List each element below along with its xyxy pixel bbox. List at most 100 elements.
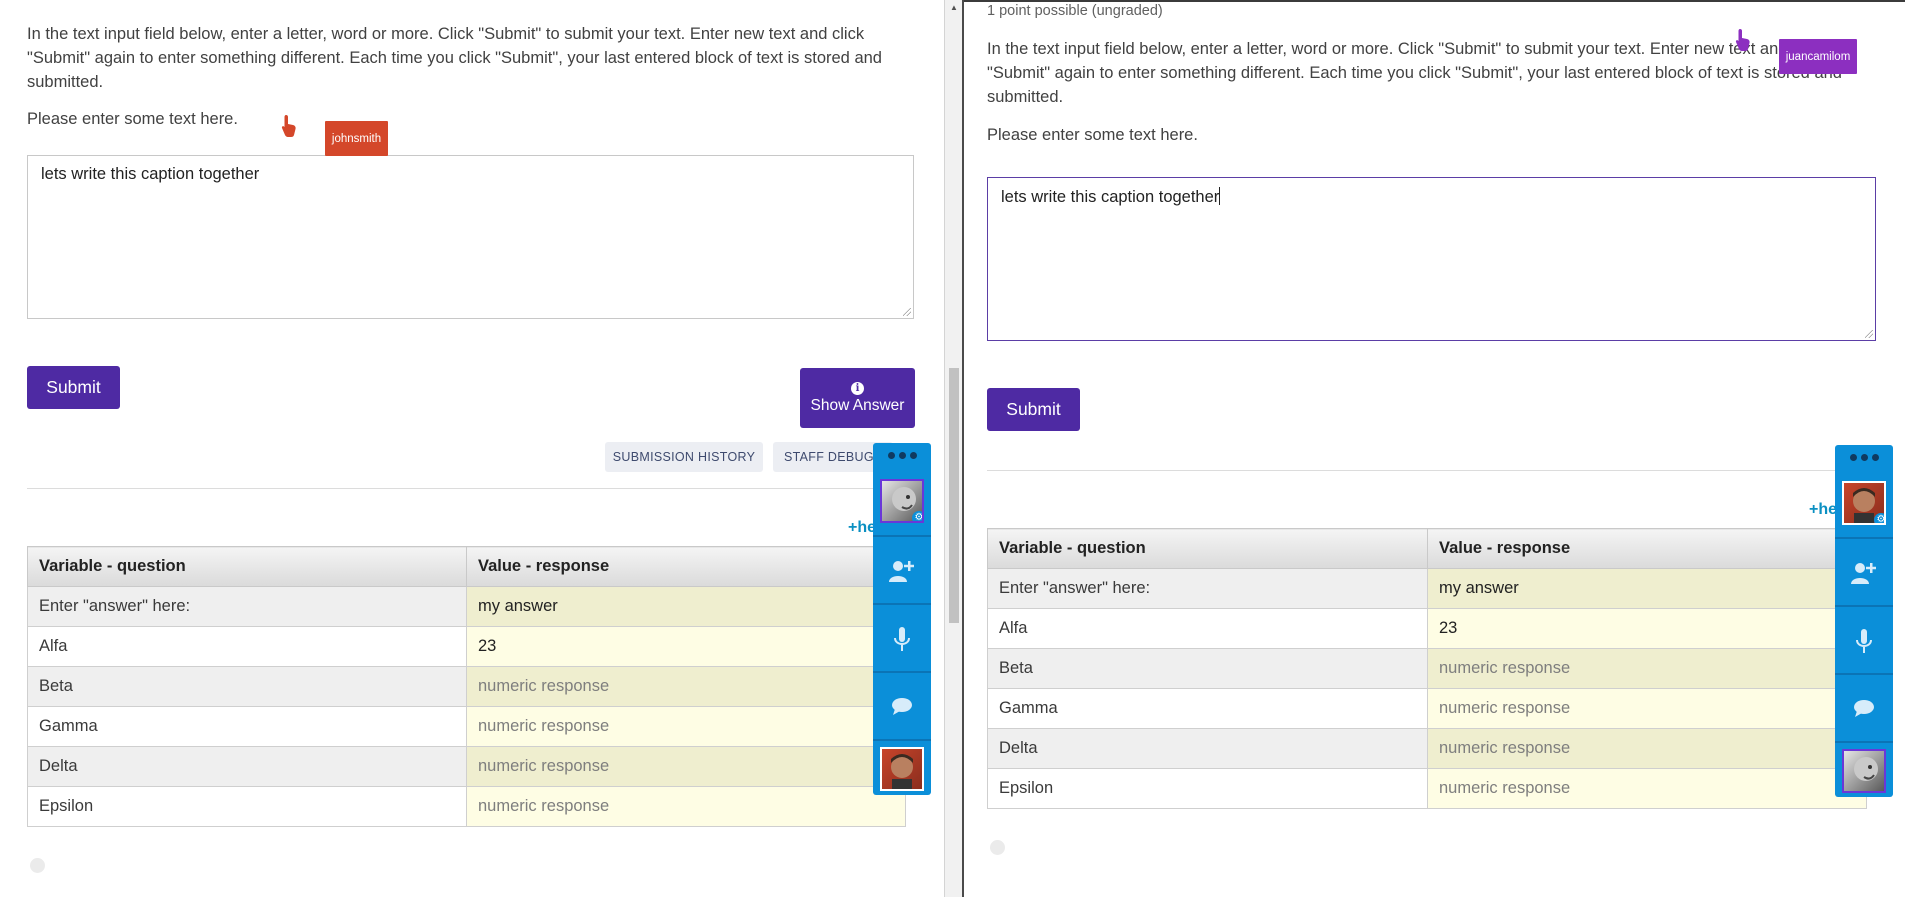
value-input[interactable]: numeric response bbox=[466, 706, 906, 747]
table-row: Enter "answer" here: my answer bbox=[27, 586, 906, 627]
column-header-value: Value - response bbox=[1427, 528, 1867, 569]
face-icon bbox=[891, 754, 913, 789]
submit-button[interactable]: Submit bbox=[27, 366, 120, 409]
table-row: Delta numeric response bbox=[27, 746, 906, 787]
avatar bbox=[1842, 749, 1886, 793]
textarea-prompt: Please enter some text here. bbox=[27, 110, 238, 128]
add-person-icon bbox=[889, 561, 914, 582]
peer-avatar-cell[interactable] bbox=[873, 739, 931, 797]
avatar: ⚙ bbox=[1842, 481, 1886, 525]
variable-cell: Epsilon bbox=[987, 768, 1428, 809]
invite-button[interactable] bbox=[873, 535, 931, 605]
value-input[interactable]: numeric response bbox=[466, 746, 906, 787]
value-input[interactable]: 23 bbox=[1427, 608, 1867, 649]
value-input[interactable]: numeric response bbox=[466, 786, 906, 827]
variable-cell: Gamma bbox=[27, 706, 467, 747]
variable-cell: Beta bbox=[27, 666, 467, 707]
help-link[interactable]: +he bbox=[1809, 501, 1837, 519]
voice-button[interactable] bbox=[873, 603, 931, 673]
text-caret bbox=[1219, 187, 1221, 205]
show-answer-label: Show Answer bbox=[810, 396, 905, 414]
submit-label: Submit bbox=[1006, 399, 1061, 419]
table-row: Enter "answer" here: my answer bbox=[987, 568, 1867, 609]
submission-history-button[interactable]: SUBMISSION HISTORY bbox=[605, 442, 763, 472]
scroll-up-arrow-icon[interactable]: ▲ bbox=[950, 4, 958, 12]
chat-bubble-icon bbox=[1854, 700, 1874, 717]
value-input[interactable]: my answer bbox=[466, 586, 906, 627]
variables-table: Variable - question Value - response Ent… bbox=[987, 528, 1867, 809]
problem-instructions: In the text input field below, enter a l… bbox=[27, 25, 882, 91]
submit-label: Submit bbox=[46, 377, 101, 397]
table-row: Beta numeric response bbox=[27, 666, 906, 707]
table-row: Alfa 23 bbox=[27, 626, 906, 667]
microphone-icon bbox=[894, 627, 910, 651]
submission-history-label: SUBMISSION HISTORY bbox=[612, 450, 756, 464]
table-row: Epsilon numeric response bbox=[987, 768, 1867, 809]
problem-container: In the text input field below, enter a l… bbox=[27, 22, 927, 129]
peer-avatar-cell[interactable] bbox=[1835, 741, 1893, 799]
table-row: Epsilon numeric response bbox=[27, 786, 906, 827]
status-dot-icon bbox=[30, 858, 45, 873]
add-person-icon bbox=[1851, 563, 1876, 584]
variable-cell: Enter "answer" here: bbox=[987, 568, 1428, 609]
text-input-area[interactable]: lets write this caption together bbox=[27, 155, 914, 319]
variable-cell: Epsilon bbox=[27, 786, 467, 827]
collaborator-hand-cursor-icon bbox=[1735, 29, 1750, 51]
collaborator-name: johnsmith bbox=[331, 132, 382, 145]
submit-button[interactable]: Submit bbox=[987, 388, 1080, 431]
staff-debug-label: STAFF DEBUG bbox=[784, 450, 874, 464]
status-dot-icon bbox=[990, 840, 1005, 855]
collaboration-side-panel: ⚙ bbox=[873, 443, 931, 795]
collaborator-name: juancamilom bbox=[1785, 50, 1851, 63]
resize-grip-icon[interactable] bbox=[903, 308, 911, 316]
variable-cell: Alfa bbox=[987, 608, 1428, 649]
face-icon bbox=[1854, 757, 1878, 781]
section-divider bbox=[27, 488, 907, 489]
collaborator-name-tag: johnsmith bbox=[325, 121, 388, 156]
scrollbar-thumb[interactable] bbox=[949, 368, 959, 623]
gear-icon[interactable]: ⚙ bbox=[912, 511, 922, 521]
more-dots-icon[interactable] bbox=[1835, 445, 1893, 469]
collaborator-hand-cursor-icon bbox=[281, 115, 296, 137]
variable-cell: Gamma bbox=[987, 688, 1428, 729]
textarea-prompt: Please enter some text here. bbox=[987, 126, 1198, 144]
right-browser-pane: 1 point possible (ungraded) In the text … bbox=[964, 0, 1905, 897]
avatar bbox=[880, 747, 924, 791]
self-avatar-cell[interactable]: ⚙ bbox=[1835, 469, 1893, 537]
table-row: Alfa 23 bbox=[987, 608, 1867, 649]
table-header-row: Variable - question Value - response bbox=[27, 546, 906, 587]
table-row: Gamma numeric response bbox=[27, 706, 906, 747]
more-dots-icon[interactable] bbox=[873, 443, 931, 467]
resize-grip-icon[interactable] bbox=[1865, 330, 1873, 338]
value-input[interactable]: numeric response bbox=[1427, 648, 1867, 689]
pane-scrollbar[interactable]: ▲ bbox=[944, 0, 964, 897]
collaborator-name-tag: juancamilom bbox=[1779, 39, 1857, 74]
voice-button[interactable] bbox=[1835, 605, 1893, 675]
collaboration-side-panel: ⚙ bbox=[1835, 445, 1893, 797]
variable-cell: Delta bbox=[987, 728, 1428, 769]
value-input[interactable]: numeric response bbox=[1427, 688, 1867, 729]
invite-button[interactable] bbox=[1835, 537, 1893, 607]
chat-button[interactable] bbox=[873, 671, 931, 741]
gear-icon[interactable]: ⚙ bbox=[1874, 513, 1884, 523]
value-input[interactable]: numeric response bbox=[1427, 768, 1867, 809]
chat-button[interactable] bbox=[1835, 673, 1893, 743]
table-header-row: Variable - question Value - response bbox=[987, 528, 1867, 569]
table-row: Delta numeric response bbox=[987, 728, 1867, 769]
value-input[interactable]: numeric response bbox=[466, 666, 906, 707]
info-icon: i bbox=[851, 381, 864, 395]
variable-cell: Delta bbox=[27, 746, 467, 787]
value-input[interactable]: 23 bbox=[466, 626, 906, 667]
table-row: Gamma numeric response bbox=[987, 688, 1867, 729]
help-link[interactable]: +he bbox=[848, 519, 876, 537]
value-input[interactable]: my answer bbox=[1427, 568, 1867, 609]
text-input-area[interactable]: lets write this caption together bbox=[987, 177, 1876, 341]
self-avatar-cell[interactable]: ⚙ bbox=[873, 467, 931, 535]
variable-cell: Enter "answer" here: bbox=[27, 586, 467, 627]
column-header-variable: Variable - question bbox=[987, 528, 1428, 569]
table-row: Beta numeric response bbox=[987, 648, 1867, 689]
show-answer-button[interactable]: i Show Answer bbox=[800, 368, 915, 428]
variables-table: Variable - question Value - response Ent… bbox=[27, 546, 906, 827]
microphone-icon bbox=[1856, 629, 1872, 653]
value-input[interactable]: numeric response bbox=[1427, 728, 1867, 769]
